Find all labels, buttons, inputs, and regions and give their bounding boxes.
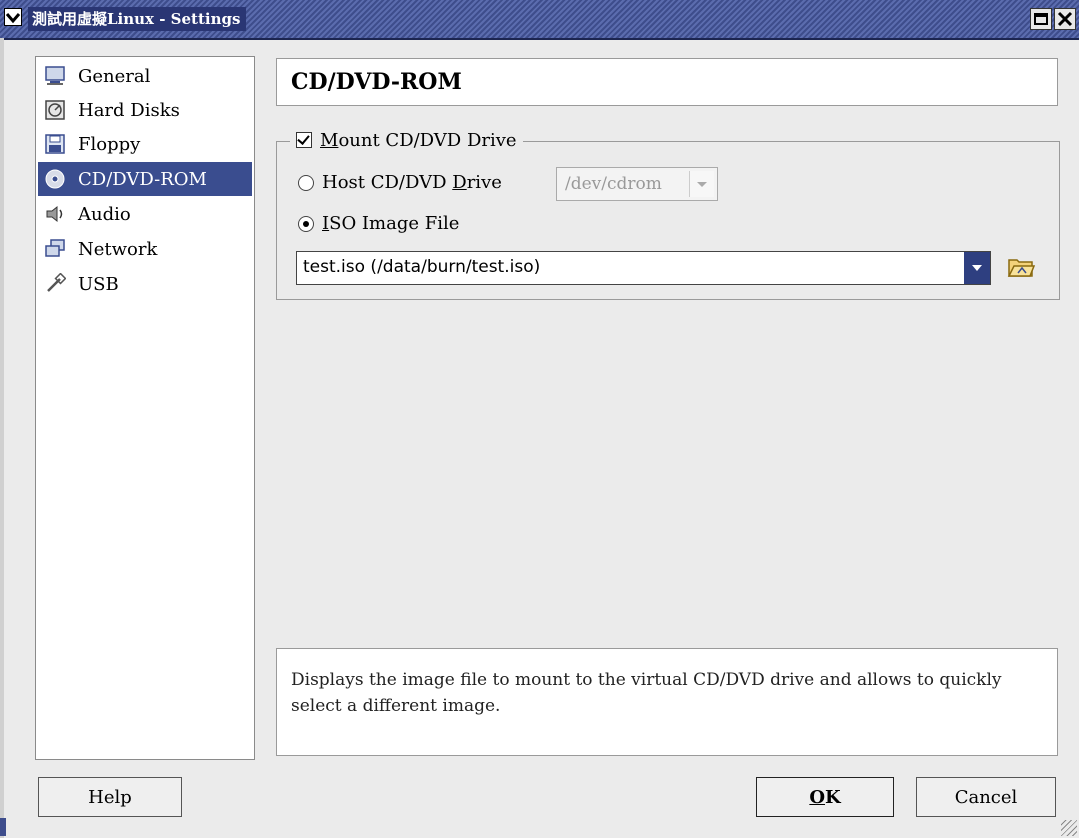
open-folder-icon — [1007, 259, 1036, 277]
cancel-button[interactable]: Cancel — [916, 777, 1056, 817]
chevron-down-icon — [5, 13, 21, 24]
mnemonic: D — [452, 172, 467, 193]
resize-grip[interactable] — [1061, 820, 1077, 836]
sidebar-item-label: USB — [78, 273, 119, 295]
usb-icon — [44, 272, 67, 295]
settings-category-list[interactable]: General Hard Disks Floppy CD/DVD-ROM Aud… — [35, 56, 255, 760]
host-drive-value: /dev/cdrom — [565, 174, 662, 194]
sidebar-item-label: CD/DVD-ROM — [78, 168, 207, 190]
dropdown-arrow-icon[interactable] — [689, 171, 714, 197]
mnemonic: O — [809, 786, 826, 808]
sidebar-item-label: Network — [78, 238, 158, 260]
check-icon — [297, 132, 310, 145]
floppy-icon — [44, 133, 66, 155]
help-button[interactable]: Help — [38, 777, 182, 817]
checkbox[interactable] — [296, 132, 312, 148]
sidebar-item-label: Audio — [78, 203, 131, 225]
settings-window: 測試用虛擬Linux - Settings General Hard Disks… — [0, 0, 1079, 838]
mount-drive-checkbox[interactable]: Mount CD/DVD Drive — [290, 127, 523, 153]
hard-disk-icon — [44, 99, 66, 121]
sidebar-item-general[interactable]: General — [38, 59, 252, 93]
radio-label: Host CD/DVD — [322, 172, 453, 193]
mnemonic: M — [320, 129, 339, 151]
maximize-icon — [1034, 13, 1048, 25]
sidebar-item-hard-disks[interactable]: Hard Disks — [38, 93, 252, 127]
page-title: CD/DVD-ROM — [291, 69, 462, 95]
checkbox-label: ount CD/DVD Drive — [338, 129, 517, 151]
iso-file-radio[interactable]: I SO Image File — [298, 213, 459, 234]
network-icon — [44, 238, 66, 260]
host-drive-select[interactable]: /dev/cdrom — [556, 167, 718, 201]
sidebar-item-audio[interactable]: Audio — [38, 197, 252, 231]
iso-image-value: test.iso (/data/burn/test.iso) — [303, 257, 541, 277]
sidebar-item-usb[interactable]: USB — [38, 267, 252, 301]
host-drive-radio[interactable]: Host CD/DVD Drive — [298, 172, 502, 193]
sidebar-item-floppy[interactable]: Floppy — [38, 127, 252, 161]
sidebar-item-label: General — [78, 65, 151, 87]
window-left-border — [0, 38, 4, 838]
speaker-icon — [44, 203, 66, 225]
radio-button[interactable] — [298, 215, 314, 232]
window-menu-button[interactable] — [4, 8, 22, 26]
sidebar-item-label: Hard Disks — [78, 99, 180, 121]
close-icon — [1057, 11, 1073, 27]
monitor-icon — [44, 65, 66, 87]
page-header: CD/DVD-ROM — [276, 58, 1058, 106]
radio-label-end: rive — [466, 172, 502, 193]
title-bar[interactable]: 測試用虛擬Linux - Settings — [0, 0, 1079, 40]
maximize-button[interactable] — [1030, 8, 1052, 30]
sidebar-item-label: Floppy — [78, 133, 141, 155]
radio-button[interactable] — [298, 174, 314, 191]
cd-icon — [44, 168, 66, 190]
radio-label: SO Image File — [329, 213, 460, 234]
iso-image-combobox[interactable]: test.iso (/data/burn/test.iso) — [296, 251, 991, 285]
close-button[interactable] — [1054, 8, 1076, 30]
open-folder-button[interactable] — [1006, 253, 1036, 281]
description-box: Displays the image file to mount to the … — [276, 648, 1058, 756]
ok-button[interactable]: OK — [756, 777, 894, 817]
radio-dot — [303, 220, 309, 227]
sidebar-item-cd-dvd-rom[interactable]: CD/DVD-ROM — [38, 162, 252, 196]
sidebar-item-network[interactable]: Network — [38, 232, 252, 266]
window-edge-marker — [0, 818, 6, 836]
ok-label: K — [825, 786, 841, 808]
window-title: 測試用虛擬Linux - Settings — [28, 7, 247, 31]
mnemonic: I — [322, 213, 330, 234]
dropdown-arrow-icon[interactable] — [964, 252, 990, 284]
